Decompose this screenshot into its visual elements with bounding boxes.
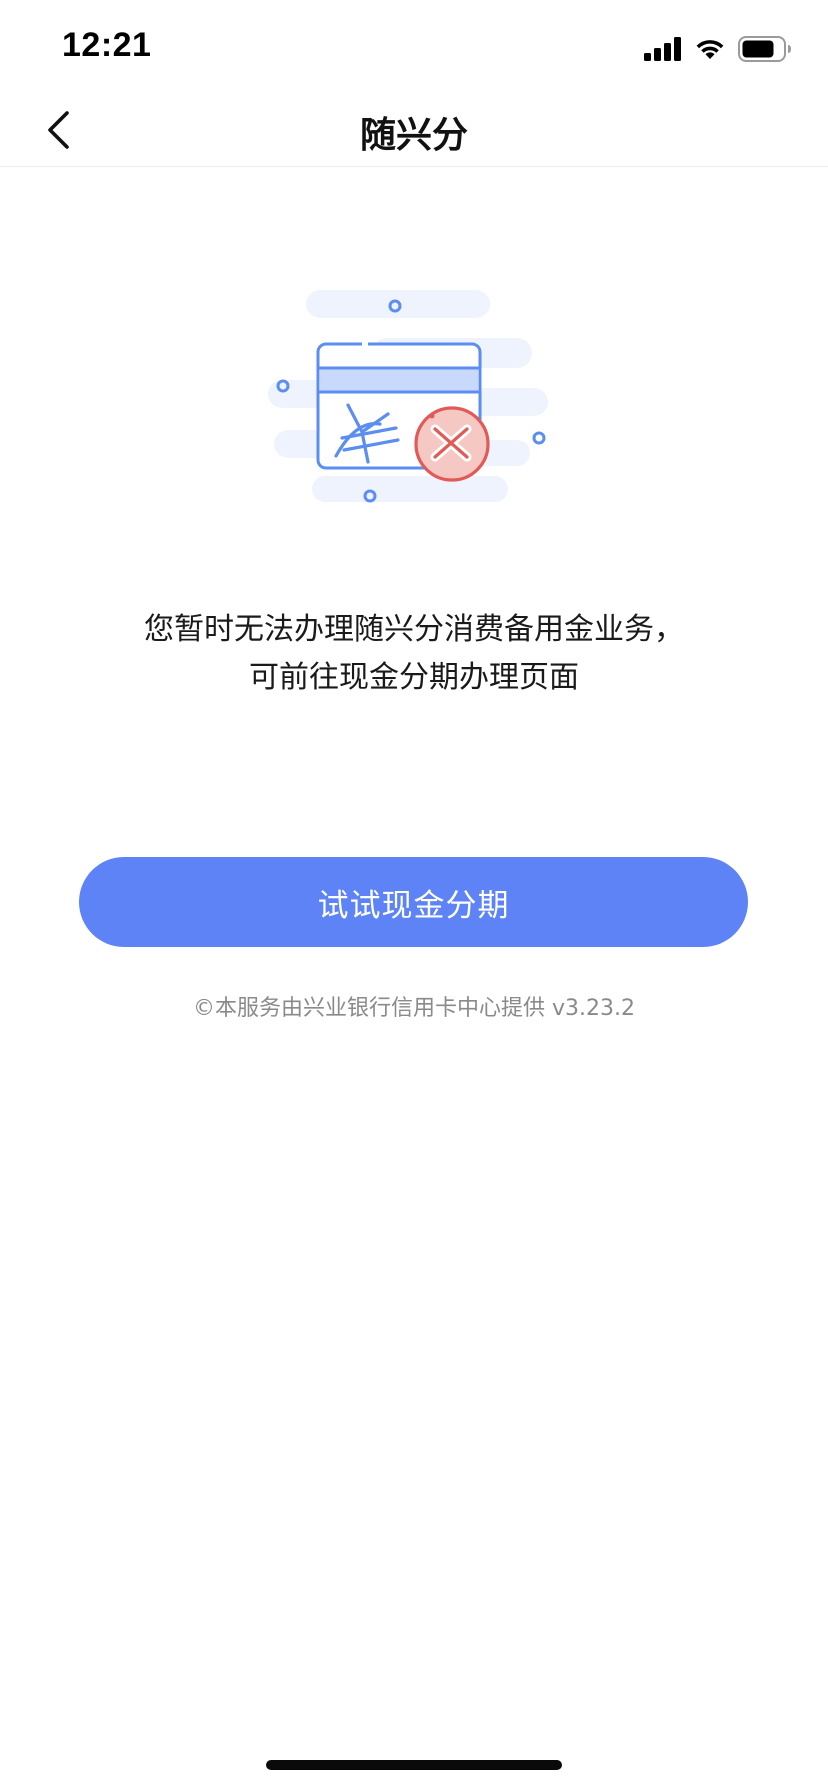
message-line-2: 可前往现金分期办理页面 [249, 660, 579, 695]
signal-icon [644, 37, 682, 61]
home-indicator[interactable] [266, 1760, 562, 1770]
wifi-icon [694, 37, 726, 61]
card-failure-illustration [260, 280, 570, 540]
error-x-icon [414, 406, 490, 482]
status-icons [644, 34, 792, 64]
navigation-bar: 随兴分 [0, 96, 828, 167]
status-time: 12:21 [62, 26, 152, 64]
service-provider-note: ©本服务由兴业银行信用卡中心提供 v3.23.2 [193, 996, 635, 1021]
message-line-1: 您暂时无法办理随兴分消费备用金业务， [144, 612, 684, 647]
page-title: 随兴分 [359, 115, 468, 156]
status-bar: 12:21 [0, 0, 828, 96]
ineligible-message: 您暂时无法办理随兴分消费备用金业务， 可前往现金分期办理页面 [60, 606, 768, 702]
battery-icon [738, 36, 792, 62]
try-cash-installment-button[interactable]: 试试现金分期 [79, 857, 748, 947]
